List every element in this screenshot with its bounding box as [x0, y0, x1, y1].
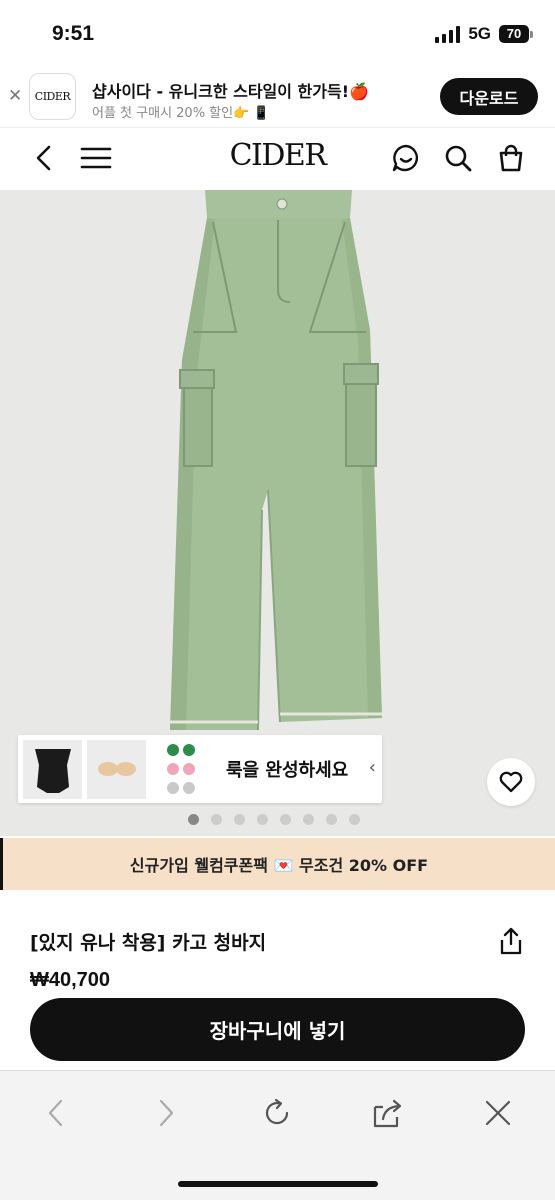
look-thumbnail[interactable]: [23, 739, 82, 799]
signal-icon: [435, 25, 461, 43]
menu-icon[interactable]: [78, 140, 114, 176]
carousel-dot[interactable]: [303, 814, 314, 825]
download-button[interactable]: 다운로드: [440, 78, 538, 115]
carousel-dot[interactable]: [234, 814, 245, 825]
carousel-dot[interactable]: [280, 814, 291, 825]
chevron-left-icon[interactable]: ‹: [369, 757, 376, 778]
battery-level: 70: [499, 25, 529, 43]
banner-title: 샵사이다 - 유니크한 스타일이 한가득!🍎: [92, 82, 369, 101]
browser-close-icon[interactable]: [478, 1093, 518, 1133]
carousel-dot[interactable]: [211, 814, 222, 825]
complete-the-look-strip[interactable]: 룩을 완성하세요 ‹: [18, 735, 382, 803]
banner-subtitle: 어플 첫 구매시 20% 할인👉 📱: [92, 106, 270, 121]
product-title: [있지 유나 착용] 카고 청바지: [30, 932, 267, 954]
look-thumbnail[interactable]: [87, 739, 146, 799]
browser-forward-icon[interactable]: [146, 1093, 186, 1133]
heart-icon[interactable]: [487, 758, 535, 806]
network-label: 5G: [468, 24, 491, 43]
carousel-dot[interactable]: [349, 814, 360, 825]
add-to-cart-button[interactable]: 장바구니에 넣기: [30, 998, 525, 1061]
carousel-dot[interactable]: [326, 814, 337, 825]
promo-banner[interactable]: 신규가입 웰컴쿠폰팩 💌 무조건 20% OFF: [0, 838, 555, 890]
status-time: 9:51: [52, 22, 95, 45]
carousel-dot[interactable]: [188, 814, 199, 825]
status-indicators: 5G 70: [435, 24, 533, 44]
battery-icon: 70: [499, 25, 533, 43]
share-icon[interactable]: [495, 924, 527, 958]
shopping-bag-icon[interactable]: [493, 140, 529, 176]
site-header: CIDER: [0, 128, 555, 190]
search-icon[interactable]: [440, 140, 476, 176]
app-download-banner: ✕ CIDER 샵사이다 - 유니크한 스타일이 한가득!🍎 어플 첫 구매시 …: [0, 66, 555, 128]
browser-back-icon[interactable]: [36, 1093, 76, 1133]
app-logo: CIDER: [29, 73, 76, 120]
browser-share-icon[interactable]: [368, 1093, 408, 1133]
carousel-dots: [188, 814, 360, 825]
close-icon[interactable]: ✕: [8, 86, 22, 106]
chat-icon[interactable]: [388, 140, 424, 176]
back-arrow-icon[interactable]: [26, 140, 62, 176]
carousel-dot[interactable]: [257, 814, 268, 825]
look-label: 룩을 완성하세요: [226, 760, 349, 781]
home-indicator: [178, 1181, 378, 1187]
product-price: ₩40,700: [30, 969, 111, 991]
browser-toolbar: [0, 1070, 555, 1200]
look-thumbnail[interactable]: [151, 739, 210, 799]
status-bar: 9:51 5G 70: [0, 0, 555, 66]
reload-icon[interactable]: [257, 1093, 297, 1133]
